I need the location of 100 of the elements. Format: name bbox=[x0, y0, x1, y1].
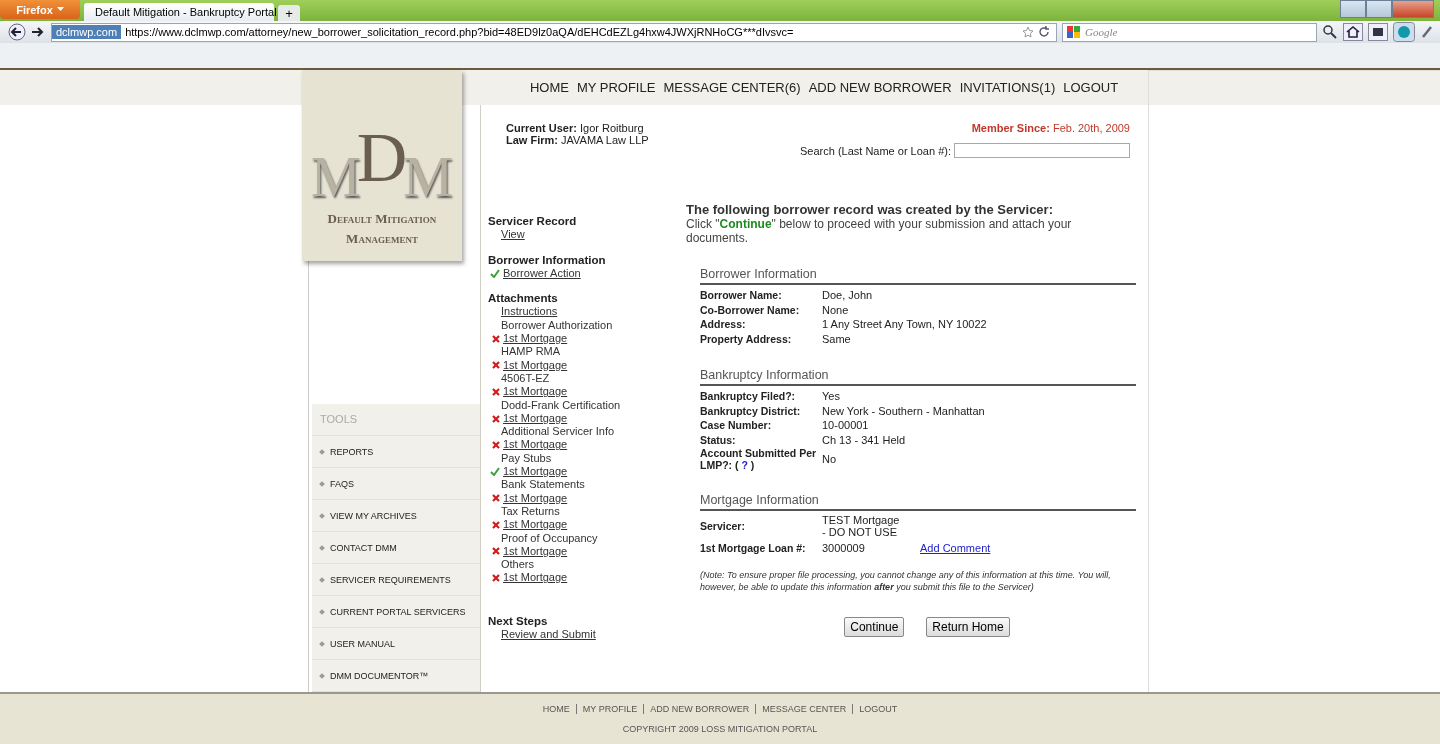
copyright-text: COPYRIGHT 2009 LOSS MITIGATION PORTAL bbox=[622, 724, 818, 734]
field-value: TEST Mortgage - DO NOT USE bbox=[822, 514, 901, 538]
logo-text: Default Mitigation bbox=[327, 211, 437, 227]
add-comment-link[interactable]: Add Comment bbox=[920, 541, 1136, 554]
nav-link[interactable]: Review and Submit bbox=[501, 628, 596, 642]
field-label: Servicer: bbox=[700, 520, 746, 532]
footer-link[interactable]: MY PROFILE bbox=[575, 704, 644, 714]
file-link[interactable]: 1st Mortgage bbox=[503, 332, 568, 346]
attachment-label: Others bbox=[501, 558, 534, 572]
current-user-text: Current User: Igor Roitburg bbox=[506, 122, 645, 134]
member-since-text: Member Since: Feb. 20th, 2009 bbox=[970, 122, 1130, 134]
nav-link[interactable]: INVITATIONS(1) bbox=[959, 80, 1056, 95]
footer-link[interactable]: ADD NEW BORROWER bbox=[643, 704, 756, 714]
attachment-label: HAMP RMA bbox=[501, 345, 561, 359]
action-button[interactable]: Return Home bbox=[926, 617, 1010, 637]
tool-link[interactable]: CONTACT DMM bbox=[312, 532, 480, 564]
attachment-label: Dodd-Frank Certification bbox=[501, 398, 621, 412]
address-field[interactable]: dclmwp.com https://www.dclmwp.com/attorney/new_borrower_solicitation_record.php?bid=48ED9lz0aQA/dEHCdEZLg4hxw4JWXjRNHoCG***dIvsvc= bbox=[51, 22, 1057, 42]
tool-link[interactable]: DMM DOCUMENTOR™ bbox=[312, 660, 480, 692]
section-heading: Attachments bbox=[488, 292, 559, 306]
reload-icon[interactable] bbox=[1038, 26, 1050, 38]
section-title: Mortgage Information bbox=[700, 493, 1136, 511]
section-heading: Servicer Record bbox=[488, 215, 578, 229]
tool-link[interactable]: USER MANUAL bbox=[312, 628, 480, 660]
field-value: None bbox=[822, 303, 850, 316]
tools-heading: TOOLS bbox=[312, 404, 480, 436]
search-icon[interactable] bbox=[1322, 24, 1338, 40]
footer-link[interactable]: HOME bbox=[536, 704, 576, 714]
field-label: Bankruptcy Filed?: bbox=[700, 390, 797, 403]
attachment-label: Proof of Occupancy bbox=[501, 531, 598, 545]
nav-link[interactable]: ADD NEW BORROWER bbox=[808, 80, 952, 95]
maximize-button[interactable] bbox=[1366, 0, 1392, 18]
search-field[interactable]: Google bbox=[1062, 22, 1317, 42]
nav-link[interactable]: View bbox=[501, 228, 525, 242]
attachment-label: 4506T-EZ bbox=[501, 371, 550, 386]
tool-link[interactable]: CURRENT PORTAL SERVICERS bbox=[312, 596, 480, 628]
back-icon[interactable] bbox=[6, 23, 28, 41]
attachment-label: Pay Stubs bbox=[501, 451, 552, 466]
field-value: Doe, John bbox=[822, 289, 874, 302]
logo-text: Management bbox=[346, 231, 418, 247]
section-title: Bankruptcy Information bbox=[700, 368, 1136, 386]
footer-link[interactable]: LOGOUT bbox=[852, 704, 904, 714]
nav-link[interactable]: LOGOUT bbox=[1063, 80, 1119, 95]
field-label: Case Number: bbox=[700, 419, 773, 432]
field-label: Property Address: bbox=[700, 332, 793, 345]
file-link[interactable]: 1st Mortgage bbox=[503, 385, 568, 399]
note-text: (Note: To ensure proper file processing, you cannot change any of this information at this time. You will, however, be able to update this information after you submit this file to the Servicer) bbox=[699, 569, 1112, 593]
field-label: Bankruptcy District: bbox=[700, 404, 802, 417]
tool-link[interactable]: FAQS bbox=[312, 468, 480, 500]
field-value: 3000009 bbox=[822, 541, 866, 554]
field-value: New York - Southern - Manhattan bbox=[822, 404, 986, 417]
field-value: No bbox=[822, 453, 838, 465]
field-value: 1 Any Street Any Town, NY 10022 bbox=[822, 318, 988, 331]
field-value: 10-00001 bbox=[822, 419, 870, 432]
caret-icon bbox=[56, 7, 64, 12]
attachment-label: Additional Servicer Info bbox=[501, 425, 615, 439]
section-title: Borrower Information bbox=[700, 267, 1136, 285]
help-link[interactable]: ? bbox=[738, 459, 751, 471]
file-link[interactable]: 1st Mortgage bbox=[503, 465, 568, 479]
file-link[interactable]: 1st Mortgage bbox=[503, 491, 568, 505]
footer-link[interactable]: MESSAGE CENTER bbox=[755, 704, 853, 714]
nav-link[interactable]: HOME bbox=[529, 80, 569, 95]
field-label: Borrower Name: bbox=[700, 289, 783, 302]
tool-link[interactable]: VIEW MY ARCHIVES bbox=[312, 500, 480, 532]
law-firm-text: Law Firm: JAVAMA Law LLP bbox=[506, 134, 649, 146]
search-field[interactable] bbox=[954, 143, 1130, 158]
search-engine-icon bbox=[1067, 26, 1081, 38]
nav-link[interactable]: Instructions bbox=[501, 305, 558, 319]
file-link[interactable]: 1st Mortgage bbox=[503, 518, 568, 532]
field-label: Status: bbox=[700, 433, 737, 446]
tool-link[interactable]: SERVICER REQUIREMENTS bbox=[312, 564, 480, 596]
screen-icon[interactable] bbox=[1368, 23, 1388, 41]
file-link[interactable]: Borrower Action bbox=[503, 266, 581, 281]
field-value: Ch 13 - 341 Held bbox=[822, 433, 907, 446]
file-link[interactable]: 1st Mortgage bbox=[503, 571, 568, 585]
field-label: Address: bbox=[700, 318, 747, 331]
minimize-button[interactable] bbox=[1340, 0, 1366, 18]
section-heading: Borrower Information bbox=[488, 253, 607, 267]
field-label: 1st Mortgage Loan #: bbox=[700, 541, 807, 554]
field-value: Same bbox=[822, 332, 852, 345]
attachment-label: Bank Statements bbox=[501, 478, 585, 492]
new-tab-button[interactable]: + bbox=[278, 5, 300, 21]
file-link[interactable]: 1st Mortgage bbox=[503, 438, 568, 452]
home-icon[interactable] bbox=[1343, 23, 1363, 41]
attachment-label: Borrower Authorization bbox=[501, 318, 613, 333]
action-button[interactable]: Continue bbox=[844, 617, 905, 637]
file-link[interactable]: 1st Mortgage bbox=[503, 358, 568, 372]
file-link[interactable]: 1st Mortgage bbox=[503, 411, 568, 426]
section-heading: Next Steps bbox=[488, 614, 549, 628]
attachment-label: Tax Returns bbox=[501, 504, 560, 519]
file-link[interactable]: 1st Mortgage bbox=[503, 544, 568, 559]
field-label: Account Submitted Per LMP?: ( ? ) bbox=[700, 447, 818, 471]
tool-link[interactable]: REPORTS bbox=[312, 436, 480, 468]
record-heading: The following borrower record was created by the Servicer: bbox=[686, 202, 1054, 217]
nav-link[interactable]: MY PROFILE bbox=[576, 80, 656, 95]
field-label: Co-Borrower Name: bbox=[700, 303, 801, 316]
nav-link[interactable]: MESSAGE CENTER(6) bbox=[663, 80, 801, 95]
star-icon[interactable] bbox=[1022, 26, 1034, 38]
search-label: Search (Last Name or Loan #): bbox=[799, 144, 951, 157]
intro-text: Click "Continue" below to proceed with your submission and attach your documents. bbox=[686, 217, 1073, 245]
